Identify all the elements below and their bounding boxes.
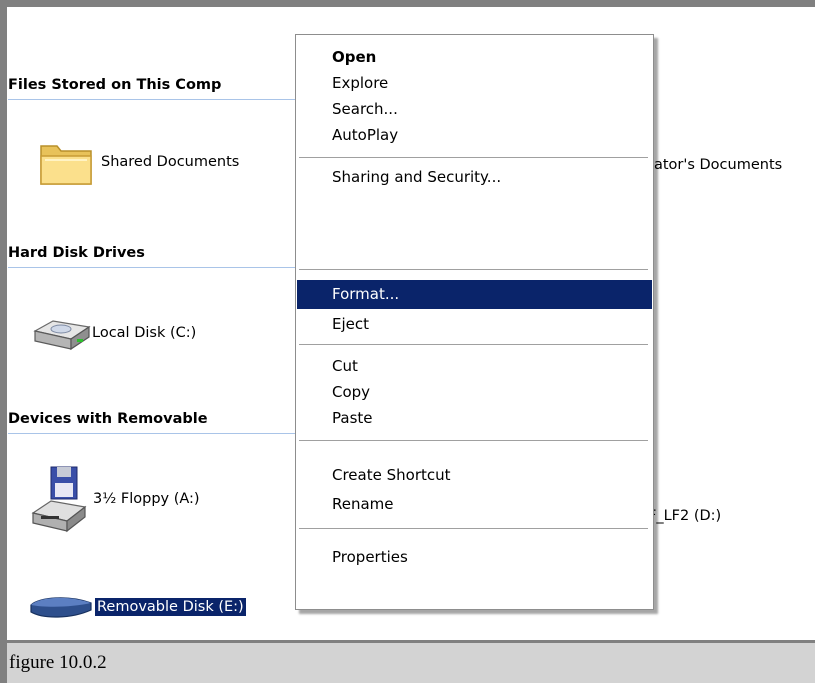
item-local-disk[interactable]: Local Disk (C:) (31, 303, 196, 363)
menu-item-paste-label: Paste (332, 409, 373, 427)
item-cd-drive[interactable]: F_LF2 (D:) (648, 508, 721, 524)
menu-item-eject-label: Eject (332, 315, 370, 333)
menu-item-explore-label: Explore (332, 74, 389, 92)
menu-item-cut-label: Cut (332, 357, 358, 375)
menu-item-properties[interactable]: Properties (297, 543, 652, 572)
menu-item-sharing[interactable]: Sharing and Security... (297, 163, 652, 192)
group-header-files: Files Stored on This Comp (8, 77, 308, 100)
menu-item-create-shortcut[interactable]: Create Shortcut (297, 461, 652, 490)
menu-item-format-label: Format... (332, 285, 400, 303)
item-removable-disk[interactable]: Removable Disk (E:) (29, 577, 247, 637)
item-label-shared-documents: Shared Documents (101, 154, 240, 170)
menu-item-search-label: Search... (332, 100, 398, 118)
context-menu: Open Explore Search... AutoPlay Sharing … (295, 34, 654, 610)
menu-item-open-label: Open (332, 48, 377, 66)
menu-item-search[interactable]: Search... (297, 95, 652, 124)
menu-item-paste[interactable]: Paste (297, 404, 652, 433)
menu-item-copy-label: Copy (332, 383, 371, 401)
item-shared-documents[interactable]: Shared Documents (31, 132, 239, 192)
item-admin-documents[interactable]: rator's Documents (648, 157, 782, 173)
menu-item-sharing-label: Sharing and Security... (332, 168, 502, 186)
menu-item-create-shortcut-label: Create Shortcut (332, 466, 451, 484)
menu-separator (299, 269, 648, 271)
folder-icon (31, 132, 101, 192)
group-header-removable: Devices with Removable (8, 411, 308, 434)
removable-disk-icon (29, 577, 95, 637)
hard-disk-icon (31, 303, 92, 363)
menu-item-autoplay-label: AutoPlay (332, 126, 399, 144)
explorer-content: Files Stored on This Comp Shared Documen… (7, 7, 815, 640)
menu-item-autoplay[interactable]: AutoPlay (297, 121, 652, 150)
menu-separator (299, 157, 648, 159)
menu-separator (299, 528, 648, 530)
menu-item-copy[interactable]: Copy (297, 378, 652, 407)
menu-item-rename[interactable]: Rename (297, 490, 652, 519)
group-header-hard-disks: Hard Disk Drives (8, 245, 308, 268)
menu-item-format[interactable]: Format... (297, 280, 652, 309)
item-floppy-drive[interactable]: 3½ Floppy (A:) (31, 463, 200, 535)
menu-item-open[interactable]: Open (297, 43, 652, 72)
item-label-floppy: 3½ Floppy (A:) (93, 491, 200, 507)
menu-item-eject[interactable]: Eject (297, 310, 652, 339)
menu-item-explore[interactable]: Explore (297, 69, 652, 98)
menu-separator (299, 440, 648, 442)
item-label-cd-drive: F_LF2 (D:) (648, 508, 722, 524)
item-label-admin-documents: rator's Documents (648, 157, 783, 173)
menu-item-rename-label: Rename (332, 495, 394, 513)
menu-item-properties-label: Properties (332, 548, 408, 566)
floppy-drive-icon (31, 463, 93, 535)
menu-item-cut[interactable]: Cut (297, 352, 652, 381)
menu-separator (299, 344, 648, 346)
caption-bar: figure 10.0.2 (7, 643, 815, 683)
item-label-removable-disk: Removable Disk (E:) (94, 597, 247, 617)
item-label-local-disk: Local Disk (C:) (92, 325, 197, 341)
figure-caption: figure 10.0.2 (9, 652, 107, 673)
